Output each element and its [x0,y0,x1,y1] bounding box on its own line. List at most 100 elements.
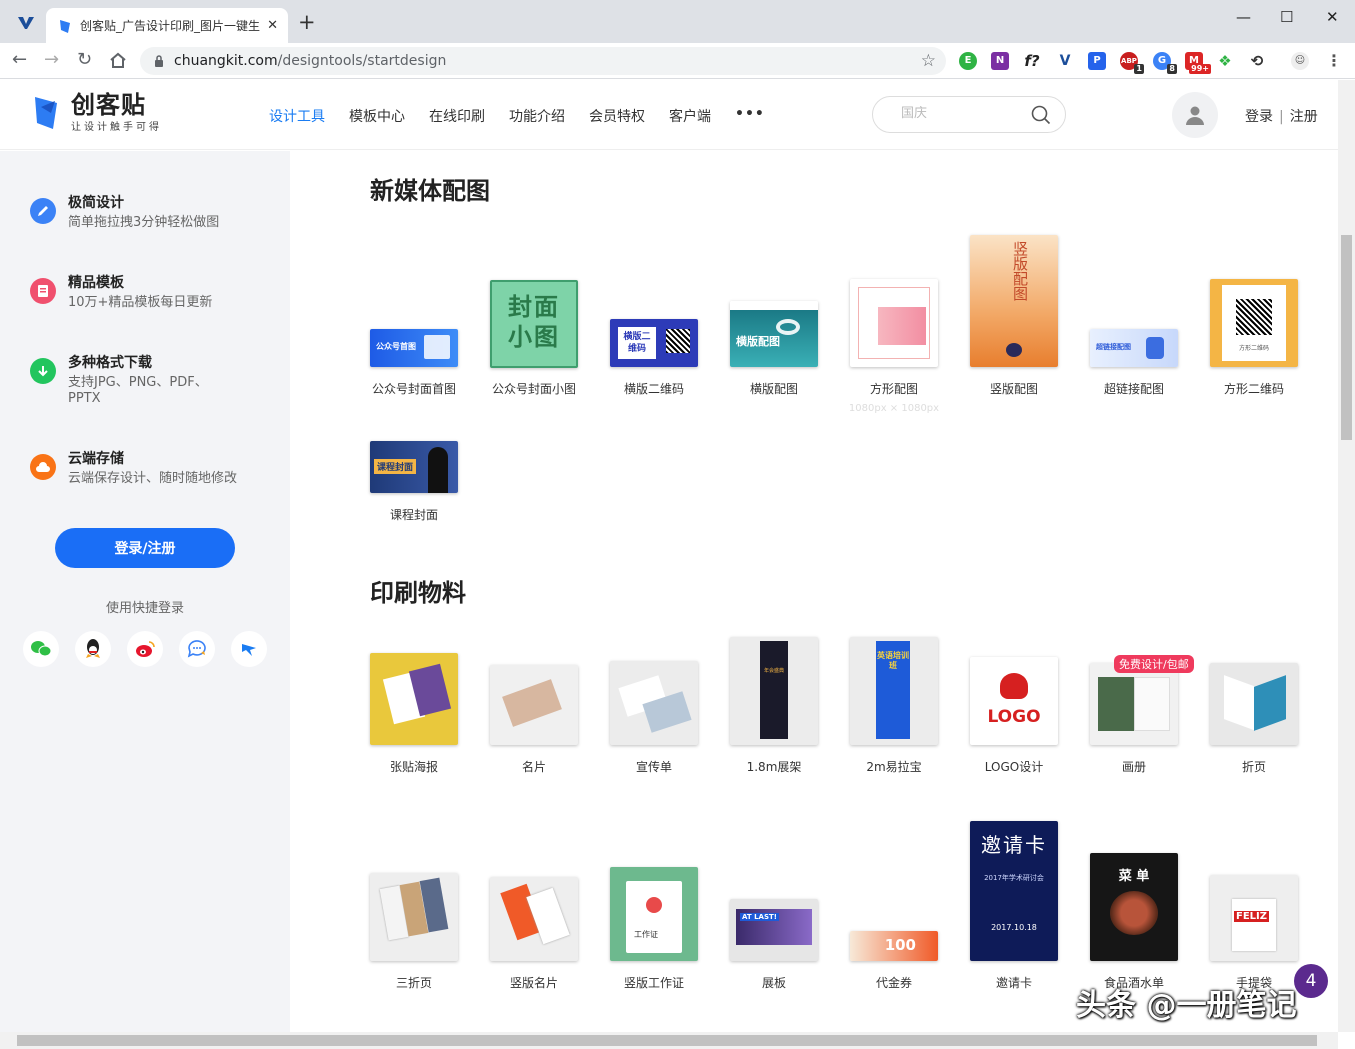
browser-toolbar: ← → ↻ chuangkit.com/designtools/startdes… [0,43,1355,79]
tab-title: 创客贴_广告设计印刷_图片一键生 [80,19,261,33]
sync-extension-icon[interactable]: ⟲ [1248,52,1266,70]
login-register-button[interactable]: 登录/注册 [55,528,235,568]
v-extension-icon[interactable]: V [1056,52,1074,70]
item-label: 张贴海报 [389,760,438,774]
menu-client[interactable]: 客户端 [669,106,711,126]
item-label: 三折页 [395,976,432,990]
thumb-image [850,279,938,367]
feature-download-formats: 多种格式下载 支持JPG、PNG、PDF、PPTX [30,353,238,407]
feature-desc: 10万+精品模板每日更新 [68,295,213,310]
menu-design-tools[interactable]: 设计工具 [269,106,325,126]
formula-extension-icon[interactable]: f? [1023,52,1041,70]
thumb-image [1090,663,1178,745]
item-label: 课程封面 [389,508,438,522]
back-icon[interactable]: ← [12,50,27,70]
evernote-extension-icon[interactable]: E [959,52,977,70]
dingtalk-login-icon[interactable] [231,631,267,667]
profile-avatar-icon[interactable]: ☺ [1291,52,1309,70]
vertical-scroll-thumb[interactable] [1341,235,1352,440]
minimize-icon[interactable]: — [1236,8,1251,26]
site-logo[interactable]: 创客贴 让设计触手可得 [31,92,162,133]
item-label: 方形二维码 [1223,382,1284,396]
search-input[interactable] [901,106,1021,121]
menu-membership[interactable]: 会员特权 [589,106,645,126]
thumb-image [610,661,698,745]
thumb-image: 菜 单 [1090,853,1178,961]
feature-desc: 简单拖拉拽3分钟轻松做图 [68,215,220,230]
p-extension-icon[interactable]: P [1088,52,1106,70]
item-label: 公众号封面首图 [371,382,456,396]
adblock-extension-icon[interactable]: ABP 1 [1120,52,1144,74]
weibo-login-icon[interactable] [127,631,163,667]
chuangkit-logo-icon [35,96,57,129]
main-menu: 设计工具 模板中心 在线印刷 功能介绍 会员特权 客户端 ••• [269,106,789,126]
app-logo-icon [18,17,34,29]
register-link[interactable]: 注册 [1290,109,1318,125]
leaf-extension-icon[interactable]: ❖ [1216,52,1234,70]
item-label: 2m易拉宝 [866,760,922,774]
item-sub: 1080px × 1080px [848,403,940,414]
tab-strip: 创客贴_广告设计印刷_图片一键生 ✕ + — ☐ ✕ [0,0,1355,43]
feature-title: 精品模板 [68,275,124,291]
close-window-icon[interactable]: ✕ [1326,8,1339,26]
item-label: 横版配图 [749,382,798,396]
feature-title: 云端存储 [68,451,124,467]
template-icon [30,278,56,304]
menu-more[interactable]: ••• [735,106,765,126]
thumb-image: LOGO [970,657,1058,745]
menu-templates[interactable]: 模板中心 [349,106,405,126]
forward-icon[interactable]: → [44,50,59,70]
tab-close-icon[interactable]: ✕ [267,18,278,33]
thumb-image: 方形二维码 [1210,279,1298,367]
auth-links: 登录 | 注册 [1245,106,1318,126]
url-text: chuangkit.com/designtools/startdesign [174,53,447,69]
home-icon[interactable] [109,52,127,69]
feature-title: 极简设计 [68,195,124,211]
search-icon[interactable] [1031,105,1051,125]
menu-features[interactable]: 功能介绍 [509,106,565,126]
feature-cloud-storage: 云端存储 云端保存设计、随时随地修改 [30,449,238,487]
item-label: 横版二维码 [623,382,684,396]
item-label: 方形配图 [869,382,918,396]
item-label: 邀请卡 [995,976,1032,990]
browser-menu-icon[interactable]: ⋮ [1325,52,1343,70]
thumb-image [370,653,458,745]
login-link[interactable]: 登录 [1245,109,1273,125]
left-sidebar: 极简设计简单拖拉拽3分钟轻松做图 精品模板 10万+精品模板每日更新 多种格式下载… [0,151,290,1032]
horizontal-scroll-thumb[interactable] [17,1035,1317,1046]
tab-active[interactable]: 创客贴_广告设计印刷_图片一键生 ✕ [46,8,288,43]
wechat-login-icon[interactable] [23,631,59,667]
thumb-image: 英语培训班 [850,637,938,745]
bookmark-star-icon[interactable]: ☆ [921,51,936,71]
thumb-image [1210,663,1298,745]
quick-login-label: 使用快捷登录 [105,601,184,616]
feature-simple-design: 极简设计简单拖拉拽3分钟轻松做图 [30,193,238,231]
mail-extension-icon[interactable]: M 99+ [1185,52,1211,74]
address-bar[interactable]: chuangkit.com/designtools/startdesign ☆ [140,47,946,75]
search-box [872,96,1066,133]
user-avatar[interactable] [1172,92,1218,138]
vertical-scrollbar[interactable] [1338,80,1355,1032]
new-tab-icon[interactable]: + [298,12,316,33]
qq-login-icon[interactable] [75,631,111,667]
item-label: 竖版名片 [509,976,558,990]
item-label: 竖版配图 [989,382,1038,396]
chat-login-icon[interactable] [179,631,215,667]
translate-extension-icon[interactable]: G8 [1153,52,1177,74]
item-label: 1.8m展架 [746,760,802,774]
item-label: 宣传单 [635,760,672,774]
watermark-text: 头条 @一册笔记 [1076,988,1297,1023]
main-content: 新媒体配图 公众号首图 公众号封面首图 封面小图 公众号封面小图 横版二维码 横… [290,151,1338,1032]
item-label: LOGO设计 [984,760,1044,774]
onenote-extension-icon[interactable]: N [991,52,1009,70]
thumb-image [490,877,578,961]
item-label: 展板 [761,976,786,990]
maximize-icon[interactable]: ☐ [1280,8,1293,26]
horizontal-scrollbar[interactable] [0,1032,1338,1049]
feature-templates: 精品模板 10万+精品模板每日更新 [30,273,238,311]
logo-name: 创客贴 [71,91,146,119]
menu-online-print[interactable]: 在线印刷 [429,106,485,126]
reload-icon[interactable]: ↻ [77,50,92,70]
item-label: 公众号封面小图 [491,382,576,396]
thumb-image: FELIZ [1210,875,1298,961]
